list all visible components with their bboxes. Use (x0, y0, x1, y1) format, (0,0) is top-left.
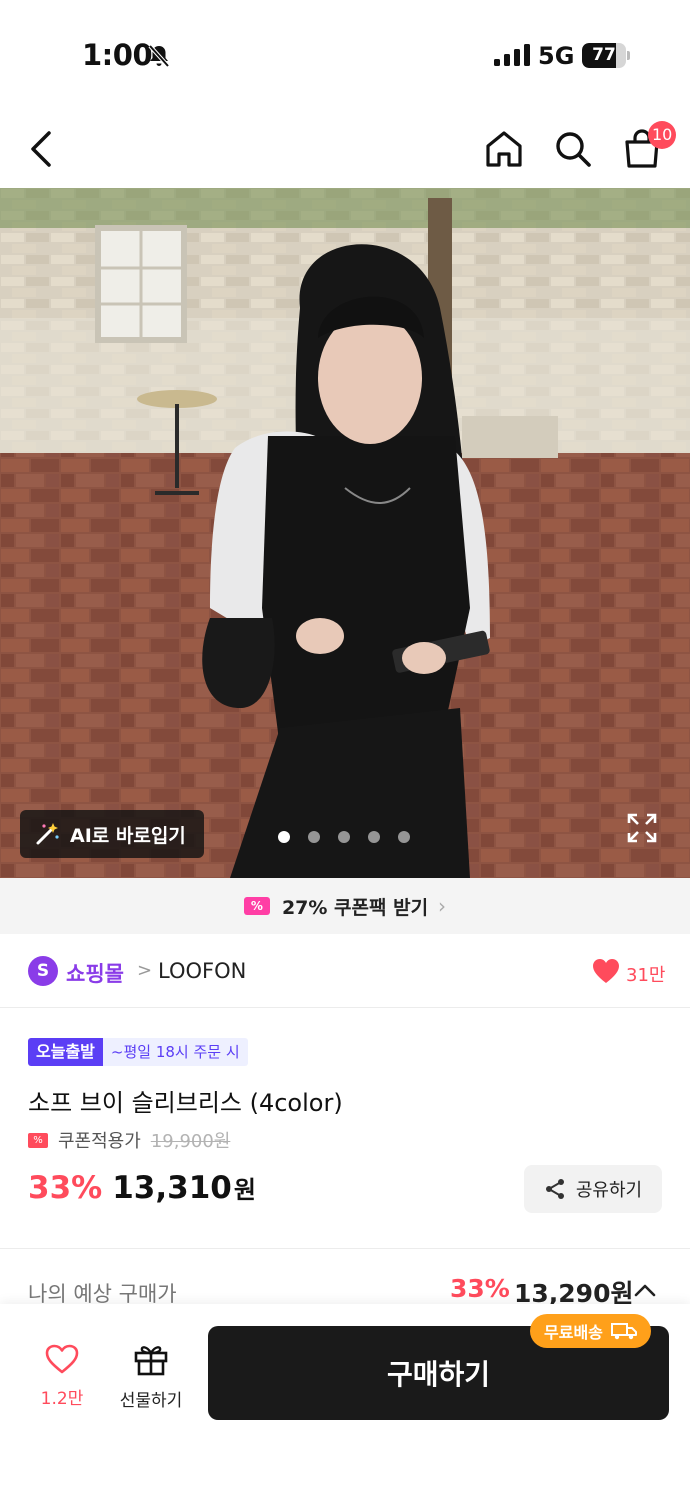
status-time: 1:00 (82, 38, 153, 72)
shop-name-link[interactable]: 쇼핑몰 (66, 958, 124, 988)
original-price: 19,900원 (150, 1131, 231, 1152)
brand-link[interactable]: LOOFON (158, 959, 246, 983)
coupon-pack-banner[interactable]: 27% 쿠폰팩 받기 › (0, 878, 690, 934)
price-unit: 원 (233, 1176, 256, 1204)
coupon-icon (243, 897, 270, 915)
battery-icon: 77 (582, 43, 630, 68)
carousel-dot[interactable] (398, 831, 410, 843)
coupon-pack-label: 27% 쿠폰팩 받기 (281, 896, 429, 919)
coupon-applied-label: 쿠폰적용가 (58, 1131, 141, 1152)
share-icon (545, 1179, 564, 1199)
wishlist-count: 1.2만 (40, 1389, 84, 1409)
gift-button[interactable]: 선물하기 (112, 1342, 190, 1411)
discount-rate: 33% (28, 1170, 103, 1206)
free-shipping-label: 무료배송 (544, 1323, 603, 1342)
ai-try-on-button[interactable]: AI로 바로입기 (20, 810, 204, 858)
wishlist-button[interactable]: 1.2만 (30, 1344, 94, 1409)
bottom-action-bar: 1.2만 선물하기 구매하기 무료배송 (0, 1304, 690, 1500)
top-nav (0, 110, 690, 188)
share-button[interactable]: 공유하기 (524, 1165, 662, 1213)
shop-likes-count: 31만 (626, 965, 666, 986)
heart-outline-icon (45, 1344, 79, 1374)
battery-level: 77 (592, 45, 616, 65)
back-button[interactable] (18, 126, 64, 172)
chevron-right-icon: › (438, 894, 447, 918)
free-shipping-badge: 무료배송 (530, 1314, 651, 1348)
coupon-tag-icon (28, 1132, 48, 1148)
bell-muted-icon (148, 44, 170, 68)
price-row: 33% 13,310 원 (28, 1170, 256, 1206)
today-shipping-badge: 오늘출발 (28, 1038, 103, 1066)
shop-logo[interactable]: S (28, 956, 58, 986)
estimated-discount: 33% (450, 1274, 510, 1303)
shipping-cutoff-badge: ~평일 18시 주문 시 (102, 1038, 248, 1066)
sale-price: 13,310 (112, 1170, 232, 1206)
gift-label: 선물하기 (119, 1391, 183, 1411)
search-button[interactable] (550, 126, 596, 172)
product-photo (0, 188, 690, 878)
carousel-dot[interactable] (338, 831, 350, 843)
product-image-carousel[interactable]: AI로 바로입기 (0, 188, 690, 878)
signal-icon (494, 44, 530, 66)
expand-icon[interactable] (626, 812, 658, 844)
coupon-price-line: 쿠폰적용가 19,900원 (28, 1127, 230, 1153)
home-button[interactable] (481, 126, 527, 172)
magic-wand-icon (36, 823, 59, 845)
status-bar: 1:00 5G 77 (0, 0, 690, 110)
breadcrumb-separator: > (137, 960, 153, 981)
delivery-badges: 오늘출발 ~평일 18시 주문 시 (28, 1038, 248, 1066)
heart-filled-icon[interactable] (592, 958, 620, 984)
estimated-price-row[interactable]: 나의 예상 구매가 33% 13,290원 (0, 1270, 690, 1308)
network-type: 5G (538, 42, 575, 70)
share-label: 공유하기 (575, 1180, 643, 1201)
product-title: 소프 브이 슬리브리스 (4color) (28, 1089, 343, 1117)
chevron-left-icon (31, 131, 51, 167)
shop-info-row: S 쇼핑몰 > LOOFON 31만 (0, 934, 690, 1008)
carousel-dots[interactable] (278, 831, 410, 843)
home-icon (486, 131, 522, 167)
carousel-dot[interactable] (278, 831, 290, 843)
truck-icon (610, 1323, 637, 1340)
chevron-up-icon[interactable] (634, 1282, 656, 1298)
section-divider (0, 1248, 690, 1249)
ai-try-on-label: AI로 바로입기 (70, 824, 186, 847)
carousel-dot[interactable] (368, 831, 380, 843)
search-icon (556, 132, 591, 167)
gift-icon (134, 1346, 168, 1376)
carousel-dot[interactable] (308, 831, 320, 843)
